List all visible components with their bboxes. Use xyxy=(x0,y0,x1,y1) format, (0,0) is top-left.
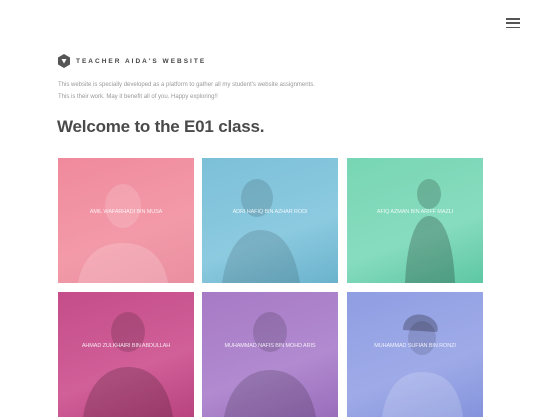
student-card[interactable]: AMIL WAFARHADI BIN MUSA xyxy=(58,158,194,283)
hexagon-logo-icon xyxy=(58,54,70,68)
student-card[interactable]: MUHAMMAD SUFIAN BIN RONZI xyxy=(347,292,483,417)
student-name: ADRI HAFIQ BIN AZHAR RODI xyxy=(232,209,308,215)
intro-line-1: This website is specially developed as a… xyxy=(58,82,315,88)
student-card[interactable]: MUHAMMAD NAFIS BIN MOHD ARIS xyxy=(202,292,338,417)
student-name: MUHAMMAD SUFIAN BIN RONZI xyxy=(374,343,456,349)
student-photo xyxy=(224,312,316,417)
student-photo xyxy=(78,184,168,283)
intro-line-2: This is their work. May it benefit all o… xyxy=(58,94,218,100)
intro-text: This website is specially developed as a… xyxy=(58,79,358,103)
student-card[interactable]: AHMAD ZULKHAIRI BIN ABDULLAH xyxy=(58,292,194,417)
student-photo xyxy=(222,179,300,283)
student-name: AMIL WAFARHADI BIN MUSA xyxy=(89,209,163,215)
brand-title: TEACHER AIDA'S WEBSITE xyxy=(76,57,207,65)
site-brand[interactable]: TEACHER AIDA'S WEBSITE xyxy=(58,54,206,68)
student-name: AHMAD ZULKHAIRI BIN ABDULLAH xyxy=(81,343,171,349)
student-photo xyxy=(405,179,455,283)
student-photo xyxy=(382,314,463,417)
student-card[interactable]: ADRI HAFIQ BIN AZHAR RODI xyxy=(202,158,338,283)
hamburger-menu-icon[interactable] xyxy=(506,18,520,28)
page-title: Welcome to the E01 class. xyxy=(57,117,265,136)
student-photo xyxy=(83,312,173,417)
student-card[interactable]: AFIQ AZMAN BIN ARIFF MAZLI xyxy=(347,158,483,283)
student-name: MUHAMMAD NAFIS BIN MOHD ARIS xyxy=(224,343,316,349)
student-name: AFIQ AZMAN BIN ARIFF MAZLI xyxy=(376,209,454,215)
